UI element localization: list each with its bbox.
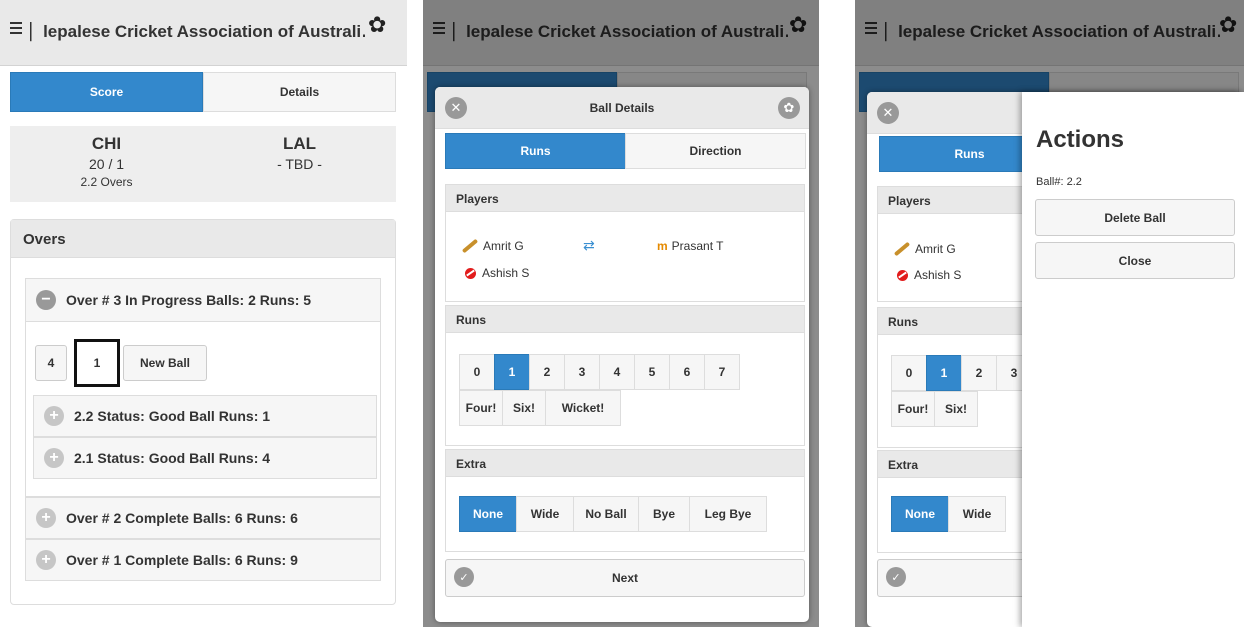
run-option[interactable]: 0	[891, 355, 927, 391]
extra-no-ball[interactable]: No Ball	[573, 496, 639, 532]
team-home: CHI 20 / 1 2.2 Overs	[10, 126, 203, 202]
expand-icon: +	[36, 550, 56, 570]
four-button[interactable]: Four!	[891, 391, 935, 427]
team-away-score: - TBD -	[277, 156, 322, 172]
four-button[interactable]: Four!	[459, 390, 503, 426]
extra-none[interactable]: None	[891, 496, 949, 532]
runs-heading: Runs	[445, 305, 805, 333]
tab-details[interactable]: Details	[203, 72, 396, 112]
check-icon: ✓	[454, 567, 474, 587]
overs-heading: Overs	[11, 220, 395, 258]
app-header: ▏lepalese Cricket Association of Austral…	[0, 0, 407, 66]
ball-label: 2.1 Status: Good Ball Runs: 4	[74, 450, 271, 466]
ball-button-4[interactable]: 4	[35, 345, 67, 381]
team-home-abbr: CHI	[91, 134, 122, 153]
run-option[interactable]: 1	[494, 354, 530, 390]
bowler: Ashish S	[465, 266, 529, 280]
extra-none[interactable]: None	[459, 496, 517, 532]
extra-selector: None Wide No Ball Bye Leg Bye	[459, 496, 767, 532]
run-option[interactable]: 5	[634, 354, 670, 390]
tab-direction[interactable]: Direction	[625, 133, 806, 169]
expand-icon: +	[44, 448, 64, 468]
extra-selector: None Wide	[891, 496, 1006, 532]
extra-wide[interactable]: Wide	[516, 496, 574, 532]
extra-wide[interactable]: Wide	[948, 496, 1006, 532]
six-button[interactable]: Six!	[934, 391, 978, 427]
expand-icon: +	[36, 508, 56, 528]
run-option[interactable]: 4	[599, 354, 635, 390]
new-ball-button[interactable]: New Ball	[123, 345, 207, 381]
run-option[interactable]: 2	[961, 355, 997, 391]
actions-panel: Actions Ball#: 2.2 Delete Ball Close	[1022, 92, 1244, 627]
close-icon[interactable]: ✕	[445, 97, 467, 119]
ball-details-dialog: Ball Details ✕ ✿ Runs Direction Players …	[435, 87, 809, 622]
team-home-overs: 2.2 Overs	[80, 175, 133, 189]
run-option[interactable]: 1	[926, 355, 962, 391]
settings-icon[interactable]: ✿	[778, 97, 800, 119]
over-label: Over # 1 Complete Balls: 6 Runs: 9	[66, 552, 298, 568]
dialog-title: Ball Details	[435, 87, 809, 129]
run-option[interactable]: 3	[564, 354, 600, 390]
ball-row[interactable]: + 2.2 Status: Good Ball Runs: 1	[33, 395, 377, 437]
menu-icon[interactable]	[10, 22, 24, 36]
team-away: LAL - TBD -	[203, 126, 396, 202]
ball-label: 2.2 Status: Good Ball Runs: 1	[74, 408, 271, 424]
overs-card: Overs − Over # 3 In Progress Balls: 2 Ru…	[10, 219, 396, 605]
extra-bye[interactable]: Bye	[638, 496, 690, 532]
tab-runs[interactable]: Runs	[445, 133, 626, 169]
collapse-icon: −	[36, 290, 56, 310]
check-icon: ✓	[886, 567, 906, 587]
run-option[interactable]: 6	[669, 354, 705, 390]
main-tabs: Score Details	[10, 72, 396, 112]
over-3-label: Over # 3 In Progress Balls: 2 Runs: 5	[66, 292, 312, 308]
actions-title: Actions	[1036, 126, 1125, 153]
over-2-row[interactable]: + Over # 2 Complete Balls: 6 Runs: 6	[25, 497, 381, 539]
players-section	[445, 212, 805, 302]
run-option[interactable]: 2	[529, 354, 565, 390]
six-button[interactable]: Six!	[502, 390, 546, 426]
over-label: Over # 2 Complete Balls: 6 Runs: 6	[66, 510, 298, 526]
runs-special: Four! Six!	[891, 391, 978, 427]
ball-icon	[465, 267, 476, 279]
run-option[interactable]: 7	[704, 354, 740, 390]
run-option[interactable]: 0	[459, 354, 495, 390]
runner-icon: m	[657, 239, 668, 253]
bowler: Ashish S	[897, 268, 961, 282]
delete-ball-button[interactable]: Delete Ball	[1035, 199, 1235, 236]
team-away-abbr: LAL	[282, 134, 317, 153]
runs-selector: 0 1 2 3	[891, 355, 1032, 391]
scoreboard: CHI 20 / 1 2.2 Overs LAL - TBD -	[10, 126, 396, 202]
expand-icon: +	[44, 406, 64, 426]
dialog-tabs: Runs Direction	[445, 133, 806, 169]
team-home-score: 20 / 1	[88, 156, 125, 172]
runs-special: Four! Six! Wicket!	[459, 390, 621, 426]
ball-number: Ball#: 2.2	[1036, 176, 1082, 188]
gear-icon[interactable]: ✿	[368, 14, 386, 36]
close-icon[interactable]: ✕	[877, 102, 899, 124]
batsman-2: m Prasant T	[657, 239, 724, 253]
ball-row[interactable]: + 2.1 Status: Good Ball Runs: 4	[33, 437, 377, 479]
batsman-1: Amrit G	[461, 238, 524, 254]
extra-heading: Extra	[445, 449, 805, 477]
ball-icon	[897, 269, 908, 281]
over-1-row[interactable]: + Over # 1 Complete Balls: 6 Runs: 9	[25, 539, 381, 581]
tab-score[interactable]: Score	[10, 72, 203, 112]
batsman-1: Amrit G	[893, 241, 956, 257]
app-title: ▏lepalese Cricket Association of Austral…	[30, 22, 365, 41]
ball-button-1[interactable]: 1	[74, 339, 120, 387]
swap-icon[interactable]: ⇄	[583, 237, 595, 254]
close-button[interactable]: Close	[1035, 242, 1235, 279]
next-button[interactable]: ✓ Next	[445, 559, 805, 597]
ball-details-screen: ▏lepalese Cricket Association of Austral…	[423, 0, 819, 627]
players-heading: Players	[445, 184, 805, 212]
extra-leg-bye[interactable]: Leg Bye	[689, 496, 767, 532]
over-3-header[interactable]: − Over # 3 In Progress Balls: 2 Runs: 5	[25, 278, 381, 322]
bat-icon	[461, 238, 479, 254]
runs-selector: 0 1 2 3 4 5 6 7	[459, 354, 740, 390]
wicket-button[interactable]: Wicket!	[545, 390, 621, 426]
score-screen: ▏lepalese Cricket Association of Austral…	[0, 0, 407, 627]
bat-icon	[893, 241, 911, 257]
actions-screen: ▏lepalese Cricket Association of Austral…	[855, 0, 1244, 627]
